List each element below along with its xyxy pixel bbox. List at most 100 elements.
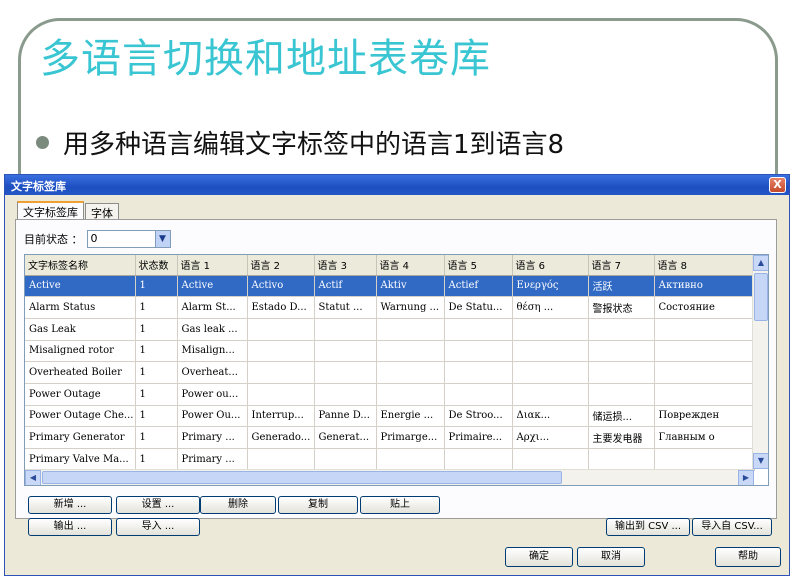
table-cell[interactable]: 主要发电器 xyxy=(588,426,655,449)
table-cell[interactable]: Power Outage Che... xyxy=(25,405,136,428)
dialog-titlebar[interactable]: 文字标签库 X xyxy=(5,175,789,195)
column-header[interactable]: 语言 5 xyxy=(444,255,513,276)
table-cell[interactable] xyxy=(444,340,513,363)
table-cell[interactable]: Panne D... xyxy=(314,405,377,428)
table-cell[interactable]: 1 xyxy=(135,318,178,341)
table-cell[interactable] xyxy=(588,448,655,471)
table-row[interactable]: Primary Generator 1 Primary ... Generado...… xyxy=(25,426,755,449)
table-cell[interactable] xyxy=(654,448,755,471)
table-cell[interactable]: Generat... xyxy=(314,426,377,449)
table-cell[interactable] xyxy=(654,318,755,341)
table-cell[interactable]: Primarge... xyxy=(376,426,445,449)
table-cell[interactable]: De Stroo... xyxy=(444,405,513,428)
table-cell[interactable]: Overheat... xyxy=(177,361,248,384)
export-csv-button[interactable]: 输出到 CSV ... xyxy=(606,518,690,536)
table-cell[interactable] xyxy=(247,361,315,384)
vertical-scrollbar[interactable]: ▲ ▼ xyxy=(752,255,768,469)
table-cell[interactable] xyxy=(512,340,589,363)
table-cell[interactable] xyxy=(512,383,589,406)
table-cell[interactable] xyxy=(444,318,513,341)
table-cell[interactable]: θέση ... xyxy=(512,296,589,319)
copy-button[interactable]: 复制 xyxy=(278,496,358,514)
table-cell[interactable]: Activo xyxy=(247,275,315,298)
table-cell[interactable]: 活跃 xyxy=(588,275,655,298)
table-cell[interactable] xyxy=(512,448,589,471)
table-cell[interactable]: 1 xyxy=(135,448,178,471)
tab-font[interactable]: 字体 xyxy=(85,203,119,220)
table-cell[interactable]: 警报状态 xyxy=(588,296,655,319)
column-header[interactable]: 语言 1 xyxy=(177,255,248,276)
tab-text-label-library[interactable]: 文字标签库 xyxy=(17,201,84,219)
table-cell[interactable] xyxy=(376,340,445,363)
table-cell[interactable] xyxy=(512,318,589,341)
table-cell[interactable] xyxy=(247,318,315,341)
close-icon[interactable]: X xyxy=(769,177,786,193)
table-cell[interactable]: Alarm St... xyxy=(177,296,248,319)
table-row[interactable]: Alarm Status 1 Alarm St... Estado D... Statu… xyxy=(25,296,755,319)
table-row[interactable]: Overheated Boiler 1 Overheat... xyxy=(25,361,755,384)
import-csv-button[interactable]: 导入自 CSV... xyxy=(692,518,772,536)
table-cell[interactable] xyxy=(588,340,655,363)
add-button[interactable]: 新增 ... xyxy=(28,496,112,514)
table-cell[interactable] xyxy=(512,361,589,384)
table-cell[interactable]: Primary Generator xyxy=(25,426,136,449)
table-cell[interactable] xyxy=(314,361,377,384)
table-cell[interactable]: 1 xyxy=(135,405,178,428)
table-cell[interactable]: Actif xyxy=(314,275,377,298)
scroll-right-icon[interactable]: ▶ xyxy=(738,470,754,485)
delete-button[interactable]: 删除 xyxy=(200,496,276,514)
table-cell[interactable]: Главным о xyxy=(654,426,755,449)
table-cell[interactable]: Statut ... xyxy=(314,296,377,319)
table-cell[interactable] xyxy=(588,361,655,384)
table-cell[interactable] xyxy=(314,340,377,363)
table-cell[interactable] xyxy=(444,361,513,384)
table-cell[interactable]: 1 xyxy=(135,383,178,406)
export-button[interactable]: 输出 ... xyxy=(28,518,112,536)
table-cell[interactable] xyxy=(444,383,513,406)
table-row[interactable]: Power Outage 1 Power ou... xyxy=(25,383,755,406)
table-row[interactable]: Gas Leak 1 Gas leak ... xyxy=(25,318,755,341)
table-cell[interactable]: Aktiv xyxy=(376,275,445,298)
column-header[interactable]: 语言 6 xyxy=(512,255,589,276)
table-cell[interactable] xyxy=(376,448,445,471)
table-cell[interactable] xyxy=(314,318,377,341)
table-cell[interactable] xyxy=(444,448,513,471)
table-cell[interactable]: Alarm Status xyxy=(25,296,136,319)
table-cell[interactable]: Warnung ... xyxy=(376,296,445,319)
table-cell[interactable]: Primary ... xyxy=(177,448,248,471)
scroll-up-icon[interactable]: ▲ xyxy=(753,255,768,271)
table-cell[interactable] xyxy=(247,340,315,363)
table-cell[interactable]: Ενεργός xyxy=(512,275,589,298)
table-row[interactable]: Power Outage Che... 1 Power Ou... Interrup.… xyxy=(25,405,755,428)
table-cell[interactable] xyxy=(376,383,445,406)
table-cell[interactable]: Power Outage xyxy=(25,383,136,406)
horizontal-scrollbar[interactable]: ◀ ▶ xyxy=(25,469,754,485)
table-cell[interactable]: Gas leak ... xyxy=(177,318,248,341)
table-cell[interactable]: Power ou... xyxy=(177,383,248,406)
help-button[interactable]: 帮助 xyxy=(715,547,781,567)
column-header[interactable]: 状态数 xyxy=(135,255,178,276)
table-cell[interactable]: 1 xyxy=(135,426,178,449)
table-cell[interactable]: De Statu... xyxy=(444,296,513,319)
column-header[interactable]: 语言 7 xyxy=(588,255,655,276)
cancel-button[interactable]: 取消 xyxy=(577,547,645,567)
table-cell[interactable]: 1 xyxy=(135,340,178,363)
table-cell[interactable]: Поврежден xyxy=(654,405,755,428)
ok-button[interactable]: 确定 xyxy=(505,547,573,567)
table-cell[interactable]: Generado... xyxy=(247,426,315,449)
column-header[interactable]: 语言 4 xyxy=(376,255,445,276)
table-cell[interactable]: Διακ... xyxy=(512,405,589,428)
vertical-scroll-thumb[interactable] xyxy=(754,273,768,321)
column-header[interactable]: 语言 2 xyxy=(247,255,315,276)
table-cell[interactable]: Состояние xyxy=(654,296,755,319)
table-cell[interactable]: Power Ou... xyxy=(177,405,248,428)
column-header[interactable]: 语言 3 xyxy=(314,255,377,276)
table-cell[interactable]: Primaire... xyxy=(444,426,513,449)
column-header[interactable]: 文字标签名称 xyxy=(25,255,136,276)
chevron-down-icon[interactable]: ▼ xyxy=(154,231,170,247)
table-cell[interactable]: Gas Leak xyxy=(25,318,136,341)
table-cell[interactable]: 1 xyxy=(135,275,178,298)
table-row[interactable]: Active 1 Active Activo Actif Aktiv Actief Ενεργ… xyxy=(25,275,755,298)
table-cell[interactable]: Active xyxy=(25,275,136,298)
table-cell[interactable] xyxy=(247,383,315,406)
